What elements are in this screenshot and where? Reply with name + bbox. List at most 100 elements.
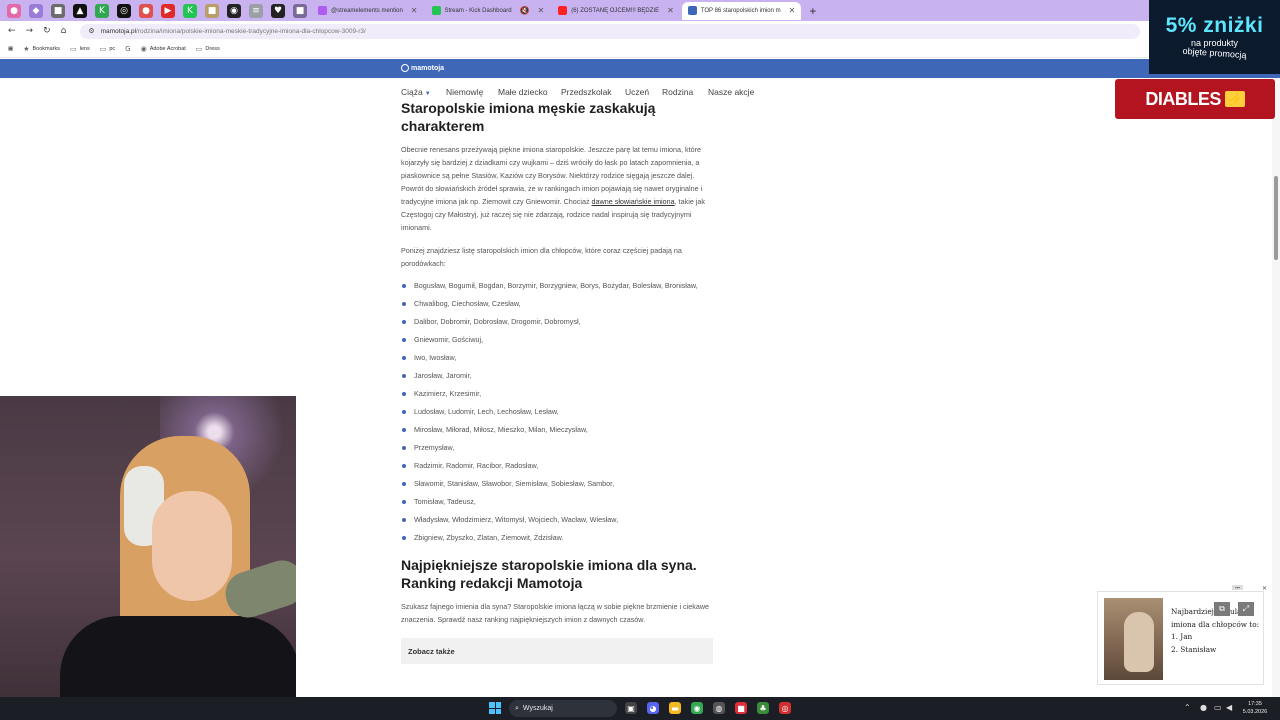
taskbar: ⌕ Wyszukaj ▣ ◕ ▬ ◉ ◍ ■ ♣ ◎ ⌃ ● ▭ ◀ 17:35… [0, 697, 1280, 720]
diables-ad[interactable]: DIABLES ⚡ [1115, 79, 1275, 119]
file-explorer-icon[interactable]: ▬ [669, 702, 681, 714]
folder-icon: ▭ [99, 45, 107, 53]
bookmark-label: Bookmarks [32, 46, 60, 52]
list-item: Władysław, Włodzimierz, Witomysł, Wojcie… [401, 513, 713, 526]
site-info-icon[interactable]: ⚙ [88, 27, 94, 35]
expand-icon[interactable]: ⤢ [1238, 602, 1254, 616]
volume-icon[interactable]: ◀ [1226, 703, 1232, 712]
bookmark-label: Dress [205, 46, 220, 52]
pinned-tab-icon[interactable]: ◉ [227, 3, 241, 18]
list-item: Sławomir, Stanisław, Sławobor, Siemisław… [401, 477, 713, 490]
pinned-tab-icon[interactable]: ■ [51, 3, 65, 18]
nav-item-przedszkolak[interactable]: Przedszkolak [561, 87, 612, 97]
apps-grid-icon[interactable]: ▦ [8, 46, 13, 52]
nav-item-male-dziecko[interactable]: Małe dziecko [498, 87, 548, 97]
tab-mute-icon[interactable]: 🔇 [520, 6, 530, 15]
pinned-tab-icon[interactable]: ■ [293, 3, 307, 18]
bookmarks-bar: ▦ ★ Bookmarks ▭ lens ▭ pc G ◉ Adobe Acrobat … [0, 41, 1148, 58]
pinned-tab-icon[interactable]: ▶ [161, 3, 175, 18]
pinned-tab-icon[interactable]: K [183, 3, 197, 18]
webcam-overlay [0, 396, 296, 720]
tab-close-icon[interactable]: ✕ [789, 6, 796, 15]
nav-item-ciaza[interactable]: Ciąża ▼ [401, 87, 431, 97]
google-icon: G [125, 45, 131, 53]
bookmark-item[interactable]: ◉ Adobe Acrobat [141, 45, 186, 53]
recommendation-line: 1. Jan [1171, 632, 1193, 641]
tab-favicon-icon [687, 6, 697, 15]
promo-ad[interactable]: 5% zniżki na produkty objęte promocją [1149, 0, 1280, 74]
list-item: Przemysław, [401, 441, 713, 454]
scrollbar-thumb[interactable] [1274, 176, 1278, 260]
reload-icon[interactable]: ↻ [43, 26, 51, 36]
tab-title: (6) ZOSTANĘ OJCEM!!! BĘDZIE [571, 7, 660, 14]
browser-tab-active[interactable]: TOP 86 staropolskich imion m ✕ [681, 1, 802, 20]
new-tab-button[interactable]: + [809, 4, 816, 18]
clock-date: 5.03.2026 [1242, 709, 1268, 715]
browser-tab[interactable]: (6) ZOSTANĘ OJCEM!!! BĘDZIE ✕ [552, 2, 680, 20]
windows-start-icon[interactable] [489, 702, 501, 714]
list-item: Chwalibog, Ciechosław, Czesław, [401, 297, 713, 310]
discord-icon[interactable]: ◕ [647, 702, 659, 714]
microphone-tray-icon[interactable]: ● [1200, 703, 1207, 712]
steam-icon[interactable]: ◍ [713, 702, 725, 714]
home-icon[interactable]: ⌂ [61, 26, 67, 36]
acrobat-icon: ◉ [140, 45, 147, 53]
tab-favicon-icon [431, 6, 441, 15]
tab-title: TOP 86 staropolskich imion m [700, 7, 781, 14]
folder-icon: ▭ [195, 45, 203, 53]
nav-item-niemowle[interactable]: Niemowlę [446, 87, 483, 97]
app-icon[interactable]: ■ [735, 702, 747, 714]
site-logo[interactable]: mamotoja [401, 64, 444, 72]
search-placeholder: Wyszukaj [522, 705, 553, 712]
logo-icon [401, 64, 409, 72]
pinned-tab-icon[interactable]: ▲ [73, 3, 87, 18]
taskbar-search[interactable]: ⌕ Wyszukaj [509, 700, 617, 717]
system-clock[interactable]: 17:35 5.03.2026 [1238, 700, 1272, 716]
bookmark-item[interactable]: ▭ pc [100, 45, 115, 53]
logo-text: mamotoja [411, 64, 445, 72]
pinned-tab-icon[interactable]: ♥ [271, 3, 285, 18]
bookmark-item[interactable]: ▭ Dress [196, 45, 220, 53]
chrome-icon[interactable]: ◉ [691, 702, 703, 714]
pinned-tab-icon[interactable]: ■ [205, 3, 219, 18]
tray-chevron-icon[interactable]: ⌃ [1184, 703, 1191, 712]
list-item: Tomisław, Tadeusz, [401, 495, 713, 508]
pinned-tab-icon[interactable]: ◆ [29, 3, 43, 18]
nav-item-rodzina[interactable]: Rodzina [662, 87, 693, 97]
list-item: Bogusław, Bogumił, Bogdan, Borzymir, Bor… [401, 279, 713, 292]
page-scrollbar[interactable] [1272, 78, 1280, 698]
tab-close-icon[interactable]: ✕ [667, 6, 674, 15]
pinned-tab-icon[interactable]: ≡ [249, 3, 263, 18]
list-item: Radzimir, Radomir, Racibor, Radosław, [401, 459, 713, 472]
app-icon[interactable]: ♣ [757, 702, 769, 714]
pinned-tab-icon[interactable]: ● [7, 3, 21, 18]
task-view-icon[interactable]: ▣ [625, 702, 637, 714]
bookmark-item[interactable]: ★ Bookmarks [23, 45, 60, 53]
tab-favicon-icon [318, 6, 327, 15]
picture-in-picture-icon[interactable]: ⧉ [1214, 602, 1230, 616]
url-input[interactable]: ⚙ mamotoja.pl/rodzina/imiona/polskie-imi… [80, 23, 1140, 39]
browser-tab[interactable]: Stream - Kick Dashboard 🔇 ✕ [426, 2, 551, 20]
diables-badge-icon: ⚡ [1224, 91, 1245, 107]
back-icon[interactable]: ← [8, 26, 16, 36]
article-link[interactable]: dawne słowiańskie imiona [592, 197, 675, 206]
names-list: Bogusław, Bogumił, Bogdan, Borzymir, Bor… [401, 279, 713, 544]
bookmark-item[interactable]: G [125, 45, 130, 53]
pinned-tab-icon[interactable]: ◎ [117, 3, 131, 18]
recommendation-line: 2. Stanisław [1171, 644, 1217, 654]
bookmark-label: lens [79, 46, 90, 52]
tab-close-icon[interactable]: ✕ [411, 6, 418, 15]
pinned-tab-icon[interactable]: ● [139, 3, 153, 18]
app-icon[interactable]: ◎ [779, 702, 791, 714]
forward-icon[interactable]: → [26, 26, 34, 36]
pinned-tab-icon[interactable]: K [95, 3, 109, 18]
browser-tab[interactable]: @streamelements mention ✕ [312, 2, 424, 20]
nav-item-uczen[interactable]: Uczeń [625, 87, 649, 97]
tab-close-icon[interactable]: ✕ [538, 6, 545, 15]
bookmark-item[interactable]: ▭ lens [70, 45, 90, 53]
see-also-box[interactable]: Zobacz także [401, 638, 713, 664]
network-icon[interactable]: ▭ [1214, 703, 1222, 712]
search-icon: ⌕ [515, 704, 519, 712]
recommendation-popup[interactable]: Najbardziej popularne imiona dla chłopcó… [1097, 591, 1264, 685]
nav-item-nasze-akcje[interactable]: Nasze akcje [708, 87, 754, 97]
